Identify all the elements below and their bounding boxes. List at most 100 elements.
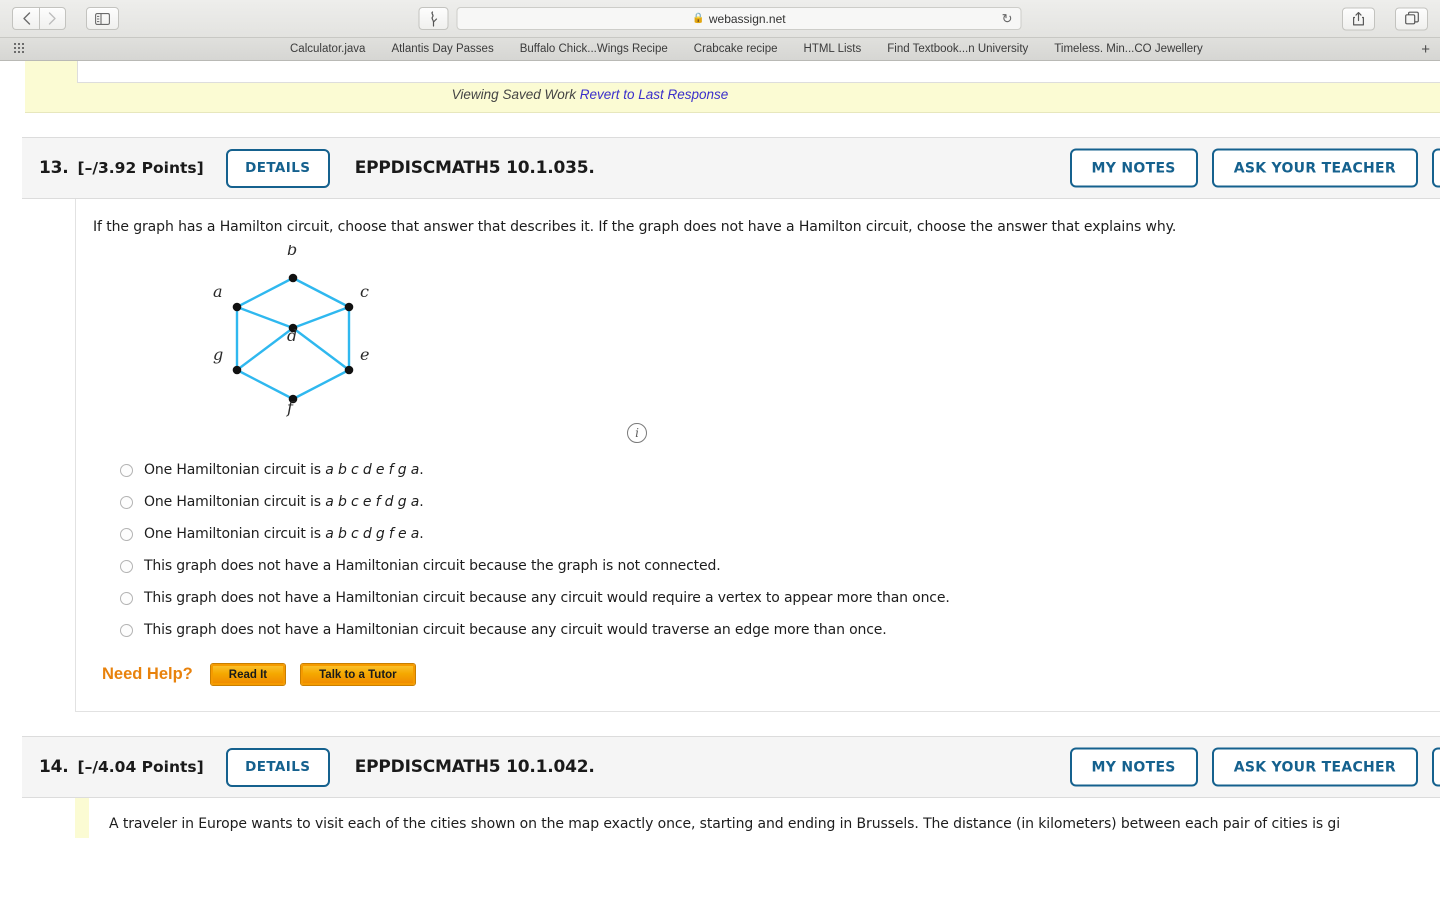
graph-vertex-b [288,273,298,283]
radio-button[interactable] [120,495,133,509]
bookmark-list: Calculator.java Atlantis Day Passes Buff… [290,43,1203,55]
bookmark-item[interactable]: Buffalo Chick...Wings Recipe [520,43,668,55]
question-13-header: 13. [–/3.92 Points] DETAILS EPPDISCMATH5… [22,137,1440,199]
practice-another-button[interactable] [1432,148,1440,188]
graph-vertex-label-d: d [287,326,297,345]
question-code: EPPDISCMATH5 10.1.042. [354,757,595,777]
browser-toolbar: 🔒 webassign.net ↻ [0,0,1440,38]
choice-suffix: . [419,526,424,542]
details-button[interactable]: DETAILS [225,148,330,188]
practice-another-button[interactable] [1432,747,1440,787]
question-code: EPPDISCMATH5 10.1.035. [354,158,595,178]
my-notes-button[interactable]: MY NOTES [1069,148,1198,188]
choice-row[interactable]: One Hamiltonian circuit is a b c d g f e… [93,518,1440,550]
show-all-tabs-icon[interactable] [1395,7,1428,30]
page-content: Viewing Saved Work Revert to Last Respon… [0,61,1440,838]
bookmarks-grid-icon[interactable] [14,43,26,55]
bookmark-item[interactable]: Find Textbook...n University [887,43,1028,55]
choice-row[interactable]: This graph does not have a Hamiltonian c… [93,582,1440,614]
choice-label: One Hamiltonian circuit is a b c d g f e… [144,526,424,542]
bookmark-item[interactable]: Calculator.java [290,43,365,55]
need-help-label: Need Help? [102,665,193,683]
choice-suffix: . [419,462,424,478]
viewing-saved-work-banner: Viewing Saved Work Revert to Last Respon… [25,61,1440,113]
graph-edge-ad [235,305,295,330]
bookmarks-bar: Calculator.java Atlantis Day Passes Buff… [0,38,1440,61]
back-arrow-icon[interactable] [12,7,39,30]
ask-your-teacher-button[interactable]: ASK YOUR TEACHER [1211,148,1418,188]
choice-row[interactable]: One Hamiltonian circuit is a b c e f d g… [93,486,1440,518]
radio-button[interactable] [120,559,133,573]
bookmark-item[interactable]: Atlantis Day Passes [391,43,493,55]
radio-button[interactable] [120,527,133,541]
question-action-buttons: MY NOTES ASK YOUR TEACHER [1069,148,1440,188]
question-14-body: A traveler in Europe wants to visit each… [75,798,1440,838]
radio-button[interactable] [120,591,133,605]
graph-vertex-label-e: e [360,345,369,364]
question-action-buttons: MY NOTES ASK YOUR TEACHER [1069,747,1440,787]
answer-choices: One Hamiltonian circuit is a b c d e f g… [93,454,1440,646]
graph-svg: ba cdg ef [213,240,369,417]
question-number: 13. [39,158,69,178]
choice-label: One Hamiltonian circuit is a b c e f d g… [144,494,424,510]
choice-text: One Hamiltonian circuit is [144,462,326,478]
saved-work-text: Viewing Saved Work Revert to Last Respon… [25,87,1440,102]
info-icon[interactable]: i [627,423,647,443]
address-bar[interactable]: 🔒 webassign.net ↻ [456,7,1022,30]
choice-label: This graph does not have a Hamiltonian c… [144,558,721,574]
radio-button[interactable] [120,623,133,637]
question-points: [–/3.92 Points] [77,159,204,177]
graph-edge-cd [291,305,351,330]
revert-to-last-response-link[interactable]: Revert to Last Response [580,87,729,102]
choice-suffix: . [419,494,424,510]
my-notes-button[interactable]: MY NOTES [1069,747,1198,787]
graph-edge-de [291,326,351,372]
figure-row: bacdgef i [93,235,1440,450]
bookmark-item[interactable]: Timeless. Min...CO Jewellery [1054,43,1202,55]
choice-label: This graph does not have a Hamiltonian c… [144,622,887,638]
choice-label: One Hamiltonian circuit is a b c d e f g… [144,462,424,478]
question-13-body: If the graph has a Hamilton circuit, cho… [75,199,1440,712]
ask-your-teacher-button[interactable]: ASK YOUR TEACHER [1211,747,1418,787]
choice-circuit: a b c e f d g a [325,494,420,510]
hamilton-graph-figure: bacdgef [203,240,403,440]
reload-icon[interactable]: ↻ [1002,11,1013,27]
talk-to-a-tutor-button[interactable]: Talk to a Tutor [300,663,416,686]
forward-arrow-icon[interactable] [39,7,66,30]
graph-vertex-label-g: g [213,345,223,364]
reader-view-icon[interactable] [418,7,449,30]
graph-vertex-e [344,365,354,375]
graph-edge-fe [291,368,351,401]
saved-work-label: Viewing Saved Work [451,87,576,102]
graph-vertex-g [232,365,242,375]
details-button[interactable]: DETAILS [225,747,330,787]
graph-edge-ab [235,276,295,309]
lock-icon: 🔒 [692,13,705,24]
graph-edge-bc [291,276,351,309]
browser-chrome: 🔒 webassign.net ↻ Calculator.java Atlant… [0,0,1440,61]
question-14: 14. [–/4.04 Points] DETAILS EPPDISCMATH5… [0,736,1440,838]
new-tab-button[interactable]: + [1421,41,1430,58]
radio-button[interactable] [120,463,133,477]
question-13: 13. [–/3.92 Points] DETAILS EPPDISCMATH5… [0,137,1440,712]
banner-white-area [77,61,1440,83]
question-prompt: If the graph has a Hamilton circuit, cho… [93,219,1177,235]
graph-vertex-a [232,302,242,312]
choice-text: One Hamiltonian circuit is [144,494,326,510]
choice-label: This graph does not have a Hamiltonian c… [144,590,950,606]
read-it-button[interactable]: Read It [209,663,287,686]
bookmark-item[interactable]: HTML Lists [804,43,862,55]
question-points: [–/4.04 Points] [77,758,204,776]
sidebar-toggle-icon[interactable] [86,7,119,30]
graph-vertex-label-a: a [213,282,223,301]
choice-row[interactable]: This graph does not have a Hamiltonian c… [93,550,1440,582]
bookmark-item[interactable]: Crabcake recipe [694,43,778,55]
url-text: webassign.net [708,11,786,26]
question-prompt: A traveler in Europe wants to visit each… [109,816,1341,832]
question-14-header: 14. [–/4.04 Points] DETAILS EPPDISCMATH5… [22,736,1440,798]
choice-row[interactable]: One Hamiltonian circuit is a b c d e f g… [93,454,1440,486]
share-icon[interactable] [1342,7,1375,30]
choice-row[interactable]: This graph does not have a Hamiltonian c… [93,614,1440,646]
graph-edge-gf [235,368,295,401]
choice-circuit: a b c d g f e a [325,526,420,542]
